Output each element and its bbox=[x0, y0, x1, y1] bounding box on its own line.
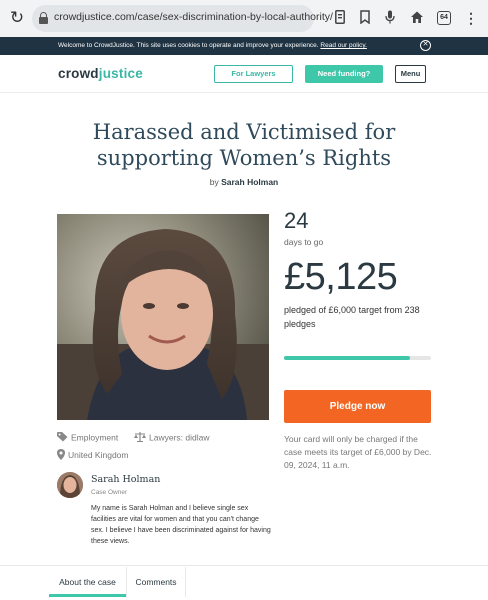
cookie-text: Welcome to CrowdJustice. This site uses … bbox=[58, 42, 319, 49]
tag-icon bbox=[57, 432, 68, 444]
crowdjustice-logo[interactable]: crowdjustice bbox=[58, 66, 143, 81]
location-pin-icon bbox=[57, 449, 65, 462]
tabs-divider bbox=[0, 565, 488, 566]
close-icon[interactable]: ✕ bbox=[420, 40, 431, 51]
byline: by Sarah Holman bbox=[209, 177, 279, 187]
days-label: days to go bbox=[284, 237, 324, 247]
page-title: Harassed and Victimised for supporting W… bbox=[92, 120, 396, 170]
for-lawyers-button[interactable]: For Lawyers bbox=[214, 65, 293, 83]
tabs-count-icon[interactable]: 64 bbox=[437, 11, 451, 25]
pledged-summary: pledged of £6,000 target from 238 pledge… bbox=[284, 305, 420, 329]
owner-name[interactable]: Sarah Holman bbox=[91, 474, 160, 485]
address-bar[interactable]: crowdjustice.com/case/sex-discrimination… bbox=[32, 5, 333, 32]
tag-location[interactable]: United Kingdom bbox=[57, 449, 128, 462]
more-vert-icon[interactable]: ⋮ bbox=[464, 10, 478, 27]
home-icon[interactable] bbox=[410, 10, 424, 27]
site-header: crowdjustice For Lawyers Need funding? M… bbox=[0, 55, 488, 93]
need-funding-button[interactable]: Need funding? bbox=[305, 65, 383, 83]
menu-button[interactable]: Menu bbox=[395, 65, 426, 83]
progress-fill bbox=[284, 356, 410, 360]
browser-toolbar: ↻ crowdjustice.com/case/sex-discriminati… bbox=[0, 0, 488, 37]
tab-about-the-case[interactable]: About the case bbox=[49, 567, 126, 597]
pledge-now-button[interactable]: Pledge now bbox=[284, 390, 431, 423]
bookmark-icon[interactable] bbox=[359, 10, 371, 27]
tab-comments[interactable]: Comments bbox=[126, 567, 186, 597]
tag-category[interactable]: Employment bbox=[57, 432, 118, 444]
reader-icon[interactable] bbox=[334, 10, 346, 27]
progress-bar bbox=[284, 356, 431, 360]
reload-icon[interactable]: ↻ bbox=[8, 9, 26, 27]
case-photo bbox=[57, 214, 269, 420]
owner-bio: My name is Sarah Holman and I believe si… bbox=[91, 505, 271, 545]
tag-lawyers[interactable]: Lawyers: didlaw bbox=[134, 432, 209, 444]
lock-icon bbox=[39, 12, 48, 24]
scales-icon bbox=[134, 432, 146, 444]
cookie-banner: Welcome to CrowdJustice. This site uses … bbox=[0, 37, 488, 55]
url-text: crowdjustice.com/case/sex-discrimination… bbox=[54, 11, 333, 23]
charge-note: Your card will only be charged if the ca… bbox=[284, 434, 432, 470]
cookie-policy-link[interactable]: Read our policy. bbox=[320, 42, 367, 49]
amount-raised: £5,125 bbox=[284, 256, 398, 298]
author-link[interactable]: Sarah Holman bbox=[221, 177, 278, 187]
microphone-icon[interactable] bbox=[384, 10, 396, 27]
days-remaining: 24 bbox=[284, 208, 309, 233]
owner-role: Case Owner bbox=[91, 489, 128, 496]
avatar[interactable] bbox=[57, 472, 83, 498]
